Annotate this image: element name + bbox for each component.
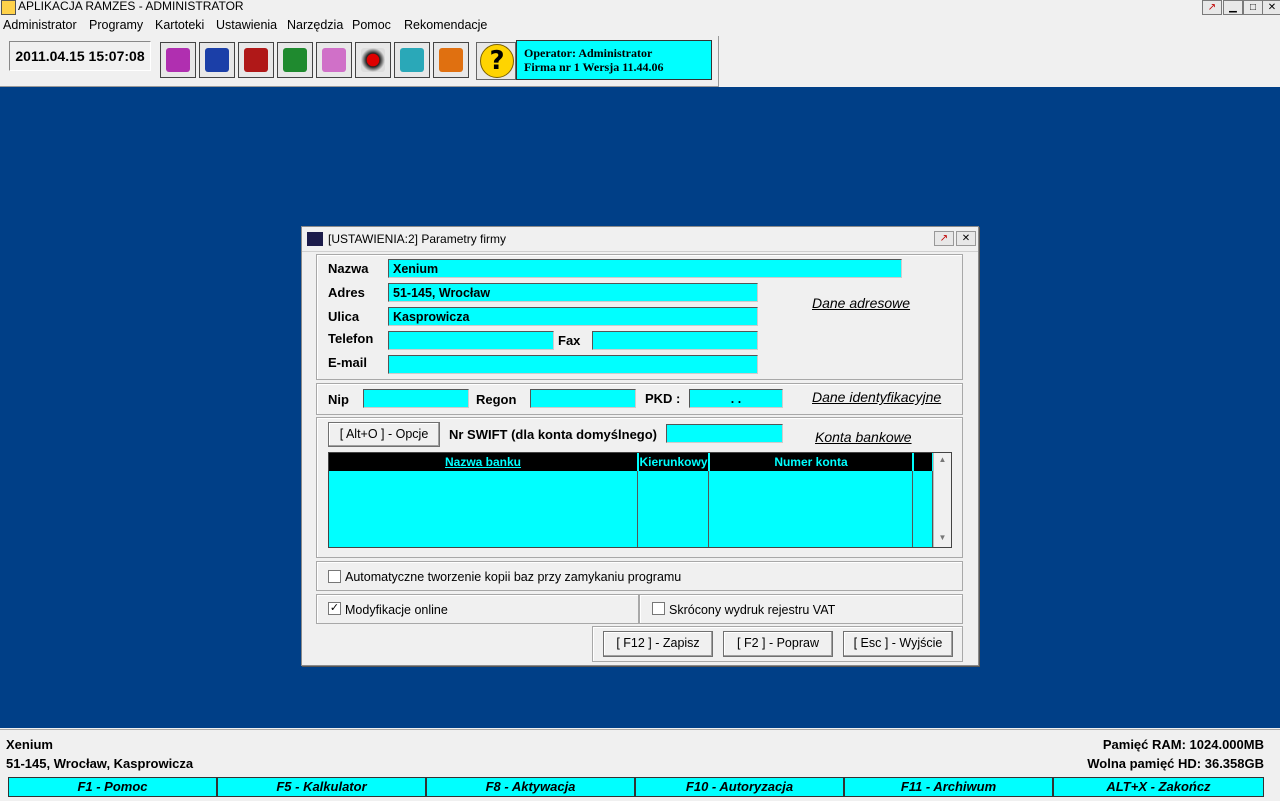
status-company-address: 51-145, Wrocław, Kasprowicza xyxy=(6,756,194,771)
column-header-nazwa-banku[interactable]: Nazwa banku xyxy=(329,453,637,471)
book-icon[interactable] xyxy=(160,42,196,78)
konta-bankowe-link[interactable]: Konta bankowe xyxy=(815,429,912,445)
dialog-pin-icon[interactable]: ↗ xyxy=(934,231,954,246)
menu-ustawienia[interactable]: Ustawienia xyxy=(216,18,277,32)
modyfikacje-online-label: Modyfikacje online xyxy=(345,603,448,617)
pkd-field[interactable]: . . xyxy=(689,389,783,408)
ulica-field[interactable]: Kasprowicza xyxy=(388,307,758,326)
fkey-f11-archiwum[interactable]: F11 - Archiwum xyxy=(844,777,1053,797)
operator-info: Operator: Administrator Firma nr 1 Wersj… xyxy=(516,40,712,80)
column-header-spacer xyxy=(914,453,932,471)
regon-field[interactable] xyxy=(530,389,636,408)
status-ram: Pamięć RAM: 1024.000MB xyxy=(1102,737,1264,752)
fkey-f8-aktywacja[interactable]: F8 - Aktywacja xyxy=(426,777,635,797)
regon-label: Regon xyxy=(476,392,517,407)
operator-line: Operator: Administrator xyxy=(524,46,653,60)
firm-version-line: Firma nr 1 Wersja 11.44.06 xyxy=(524,60,664,74)
help-button[interactable]: ? xyxy=(476,42,516,80)
window-title: APLIKACJA RAMZES - ADMINISTRATOR xyxy=(18,0,244,13)
ledger-icon[interactable] xyxy=(277,42,313,78)
auto-backup-checkbox[interactable] xyxy=(328,570,341,583)
menu-rekomendacje[interactable]: Rekomendacje xyxy=(404,18,487,32)
fkey-f1-pomoc[interactable]: F1 - Pomoc xyxy=(8,777,217,797)
fkey-f10-autoryzacja[interactable]: F10 - Autoryzacja xyxy=(635,777,844,797)
fax-label: Fax xyxy=(558,333,581,348)
app-icon xyxy=(1,0,16,15)
nip-label: Nip xyxy=(328,392,349,407)
close-button[interactable]: ✕ xyxy=(1262,0,1280,15)
fax-field[interactable] xyxy=(592,331,758,350)
record-icon[interactable] xyxy=(355,42,391,78)
title-bar: APLIKACJA RAMZES - ADMINISTRATOR ↗ ▁ □ ✕ xyxy=(0,0,1280,15)
table-scrollbar[interactable]: ▲ ▼ xyxy=(933,453,951,547)
ulica-label: Ulica xyxy=(328,309,360,324)
menu-bar: Administrator Programy Kartoteki Ustawie… xyxy=(0,16,1280,35)
gears-icon[interactable] xyxy=(433,42,469,78)
help-icon: ? xyxy=(480,44,514,78)
scroll-down-icon[interactable]: ▼ xyxy=(934,533,951,545)
dialog-app-icon xyxy=(307,232,323,246)
email-label: E-mail xyxy=(328,355,368,370)
buildings-icon[interactable] xyxy=(316,42,352,78)
menu-administrator[interactable]: Administrator xyxy=(3,18,77,32)
menu-kartoteki[interactable]: Kartoteki xyxy=(155,18,204,32)
status-company-name: Xenium xyxy=(6,737,53,752)
fkey-alt-x-zakoncz[interactable]: ALT+X - Zakończ xyxy=(1053,777,1264,797)
menu-narzedzia[interactable]: Narzędzia xyxy=(287,18,343,32)
email-field[interactable] xyxy=(388,355,758,374)
fkey-f5-kalkulator[interactable]: F5 - Kalkulator xyxy=(217,777,426,797)
table-column[interactable] xyxy=(709,471,913,547)
nazwa-field[interactable]: Xenium xyxy=(388,259,902,278)
minimize-button[interactable]: ▁ xyxy=(1223,0,1243,15)
bank-accounts-table[interactable]: Nazwa banku Kierunkowy Numer konta ▲ ▼ xyxy=(328,452,952,548)
dialog-close-button[interactable]: ✕ xyxy=(956,231,976,246)
dialog-title: [USTAWIENIA:2] Parametry firmy xyxy=(328,232,507,246)
pkd-label: PKD : xyxy=(645,391,681,406)
auto-backup-label: Automatyczne tworzenie kopii baz przy za… xyxy=(345,570,682,584)
opcje-button[interactable]: [ Alt+O ] - Opcje xyxy=(328,422,440,447)
pin-icon[interactable]: ↗ xyxy=(1202,0,1222,15)
swift-field[interactable] xyxy=(666,424,783,443)
scroll-up-icon[interactable]: ▲ xyxy=(934,455,951,467)
datetime-display: 2011.04.15 15:07:08 xyxy=(9,41,151,71)
menu-programy[interactable]: Programy xyxy=(89,18,143,32)
skrocony-wydruk-label: Skrócony wydruk rejestru VAT xyxy=(669,603,836,617)
users-icon[interactable] xyxy=(394,42,430,78)
maximize-button[interactable]: □ xyxy=(1243,0,1263,15)
table-column[interactable] xyxy=(638,471,709,547)
popraw-button[interactable]: [ F2 ] - Popraw xyxy=(723,631,833,657)
mail-icon[interactable] xyxy=(238,42,274,78)
telefon-field[interactable] xyxy=(388,331,554,350)
adres-label: Adres xyxy=(328,285,365,300)
telefon-label: Telefon xyxy=(328,331,374,346)
table-column[interactable] xyxy=(913,471,933,547)
dane-adresowe-link[interactable]: Dane adresowe xyxy=(812,295,910,311)
menu-pomoc[interactable]: Pomoc xyxy=(352,18,391,32)
save-button[interactable]: [ F12 ] - Zapisz xyxy=(603,631,713,657)
nip-field[interactable] xyxy=(363,389,469,408)
dialog-title-bar: [USTAWIENIA:2] Parametry firmy ↗ ✕ xyxy=(302,227,978,252)
nazwa-label: Nazwa xyxy=(328,261,369,276)
status-hd: Wolna pamięć HD: 36.358GB xyxy=(1087,756,1264,771)
skrocony-wydruk-checkbox[interactable] xyxy=(652,602,665,615)
column-header-kierunkowy[interactable]: Kierunkowy xyxy=(639,453,708,471)
dane-identyfikacyjne-link[interactable]: Dane identyfikacyjne xyxy=(812,389,941,405)
exit-button[interactable]: [ Esc ] - Wyjście xyxy=(843,631,953,657)
swift-label: Nr SWIFT (dla konta domyślnego) xyxy=(449,427,658,442)
adres-field[interactable]: 51-145, Wrocław xyxy=(388,283,758,302)
table-column[interactable] xyxy=(329,471,638,547)
column-header-numer-konta[interactable]: Numer konta xyxy=(710,453,912,471)
transfer-arrows-icon[interactable] xyxy=(199,42,235,78)
modyfikacje-online-checkbox[interactable]: ✓ xyxy=(328,602,341,615)
